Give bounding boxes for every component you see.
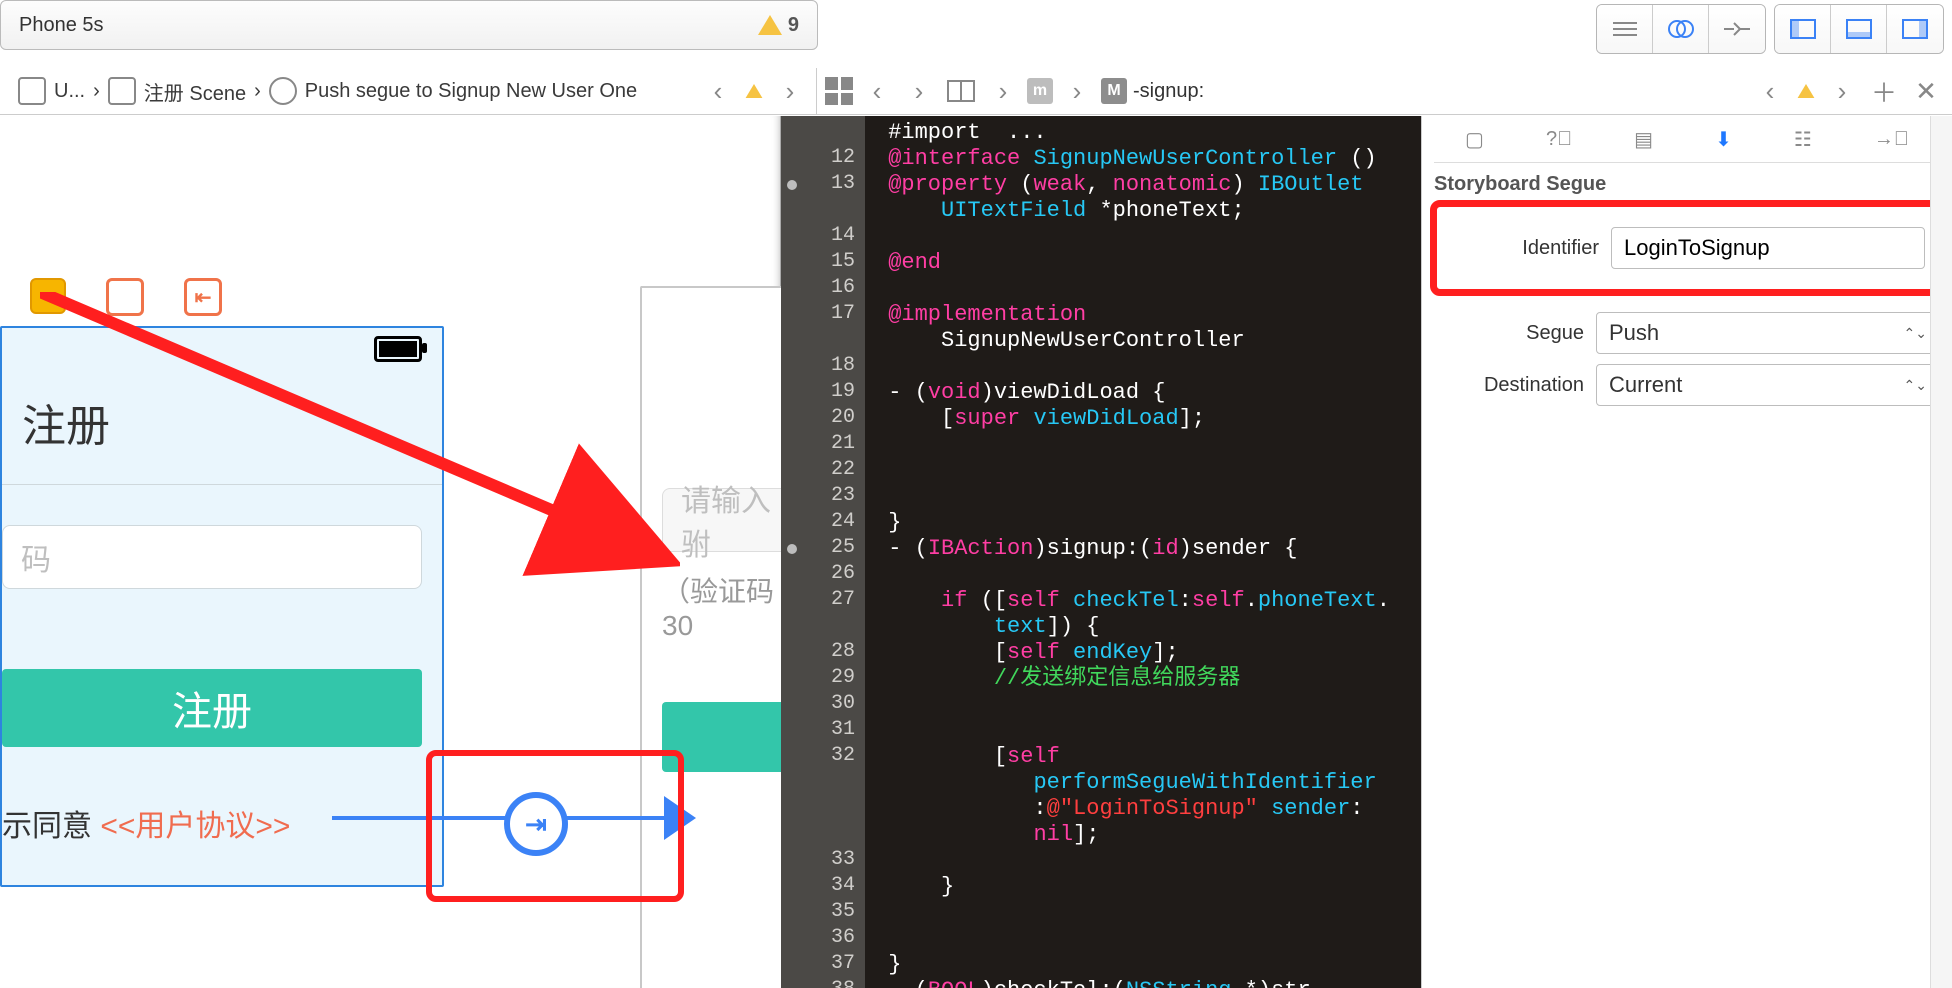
warning-icon[interactable]	[1798, 84, 1815, 98]
file-type-m-icon: m	[1027, 78, 1053, 104]
identifier-field[interactable]	[1611, 227, 1925, 269]
annotation-box: Identifier	[1430, 200, 1944, 296]
nav-title: 注册	[2, 370, 442, 485]
forward-button[interactable]: ›	[985, 73, 1021, 109]
attributes-inspector-icon[interactable]: ⬇	[1715, 127, 1732, 152]
toggle-navigator-button[interactable]	[1775, 5, 1831, 53]
scrollbar[interactable]	[1930, 116, 1952, 988]
agree-prefix: 示同意	[2, 810, 100, 843]
forward-button[interactable]: ›	[772, 73, 808, 109]
user-agreement-link[interactable]: <<用户协议>>	[100, 810, 290, 843]
forward-button[interactable]: ›	[1059, 73, 1095, 109]
warning-count: 9	[788, 14, 799, 37]
agreement-row: 示同意 <<用户协议>>	[2, 801, 442, 845]
first-responder-icon[interactable]	[106, 278, 144, 316]
crumb-segue: Push segue to Signup New User One	[305, 80, 637, 103]
quick-help-icon[interactable]: ?⃝	[1546, 128, 1572, 151]
standard-editor-button[interactable]	[1597, 5, 1653, 53]
identity-inspector-icon[interactable]: ▤	[1634, 127, 1653, 152]
chevron-icon: ⌃⌄	[1904, 325, 1927, 342]
chevron-icon: ⌃⌄	[1904, 377, 1927, 394]
destination-label: Destination	[1434, 374, 1584, 397]
crumb-u: U...	[54, 80, 85, 103]
file-method-name[interactable]: -signup:	[1133, 80, 1204, 103]
file-inspector-icon[interactable]: ▢	[1465, 127, 1484, 152]
battery-icon	[374, 336, 422, 362]
destination-select[interactable]: Current ⌃⌄	[1596, 364, 1940, 406]
forward-button[interactable]: ›	[901, 73, 937, 109]
storyboard-icon	[18, 77, 46, 105]
scheme-device-pill[interactable]: Phone 5s 9	[0, 0, 818, 50]
warning-icon[interactable]	[746, 84, 763, 98]
storyboard-canvas[interactable]: ⇤ 注册 码 注册 示同意 <<用户协议>> 请输入驸 （验证码30	[0, 116, 781, 988]
textfield-placeholder: 请输入驸	[681, 476, 783, 564]
textfield-placeholder: 码	[21, 535, 51, 579]
size-inspector-icon[interactable]: ☷	[1794, 127, 1812, 152]
version-editor-button[interactable]	[1709, 5, 1765, 53]
add-assistant-button[interactable]: ＋	[1866, 73, 1902, 109]
segue-icon	[269, 77, 297, 105]
warning-icon	[758, 15, 782, 35]
connections-inspector-icon[interactable]: →⃝	[1874, 128, 1909, 151]
code-area[interactable]: #import ... @interface SignupNewUserCont…	[865, 116, 1421, 988]
top-toolbar: Phone 5s 9	[0, 0, 1952, 60]
panel-toggle-segment	[1774, 4, 1944, 54]
signup-button[interactable]: 注册	[2, 669, 422, 747]
breadcrumb[interactable]: U... › 注册 Scene › Push segue to Signup N…	[8, 77, 647, 106]
signup-button-label: 注册	[172, 679, 252, 737]
back-button[interactable]: ‹	[700, 73, 736, 109]
destination-value: Current	[1609, 372, 1682, 398]
back-button[interactable]: ‹	[859, 73, 895, 109]
jump-bar: U... › 注册 Scene › Push segue to Signup N…	[0, 68, 1952, 115]
scene-dock: ⇤	[30, 278, 222, 316]
annotation-box	[426, 750, 684, 902]
section-title: Storyboard Segue	[1434, 173, 1940, 196]
scene-icon	[108, 77, 136, 105]
forward-button[interactable]: ›	[1824, 73, 1860, 109]
counterparts-icon[interactable]	[943, 73, 979, 109]
crumb-scene: 注册 Scene	[144, 77, 246, 106]
segue-value: Push	[1609, 320, 1659, 346]
toggle-debug-button[interactable]	[1831, 5, 1887, 53]
line-gutter[interactable]: 1213141516171819202122232425262728293031…	[781, 116, 865, 988]
toggle-utilities-button[interactable]	[1887, 5, 1943, 53]
identifier-label: Identifier	[1449, 237, 1599, 260]
status-bar	[2, 328, 442, 370]
code-editor[interactable]: 1213141516171819202122232425262728293031…	[781, 116, 1421, 988]
device-label: Phone 5s	[19, 14, 104, 37]
segue-label: Segue	[1434, 322, 1584, 345]
view-controller-icon[interactable]	[30, 278, 66, 314]
segue-select[interactable]: Push ⌃⌄	[1596, 312, 1940, 354]
build-warnings[interactable]: 9	[758, 14, 799, 37]
method-icon: M	[1101, 78, 1127, 104]
attributes-inspector: ▢ ?⃝ ▤ ⬇ ☷ →⃝ Storyboard Segue Identifie…	[1421, 116, 1952, 988]
assistant-editor-button[interactable]	[1653, 5, 1709, 53]
scene-signup[interactable]: 注册 码 注册 示同意 <<用户协议>>	[0, 326, 444, 887]
exit-icon[interactable]: ⇤	[184, 278, 222, 316]
close-assistant-button[interactable]: ✕	[1908, 73, 1944, 109]
inspector-tabs: ▢ ?⃝ ▤ ⬇ ☷ →⃝	[1434, 116, 1940, 163]
code-textfield[interactable]: 码	[2, 525, 422, 589]
editor-mode-segment	[1596, 4, 1766, 54]
back-button[interactable]: ‹	[1752, 73, 1788, 109]
related-items-icon[interactable]	[825, 77, 853, 105]
